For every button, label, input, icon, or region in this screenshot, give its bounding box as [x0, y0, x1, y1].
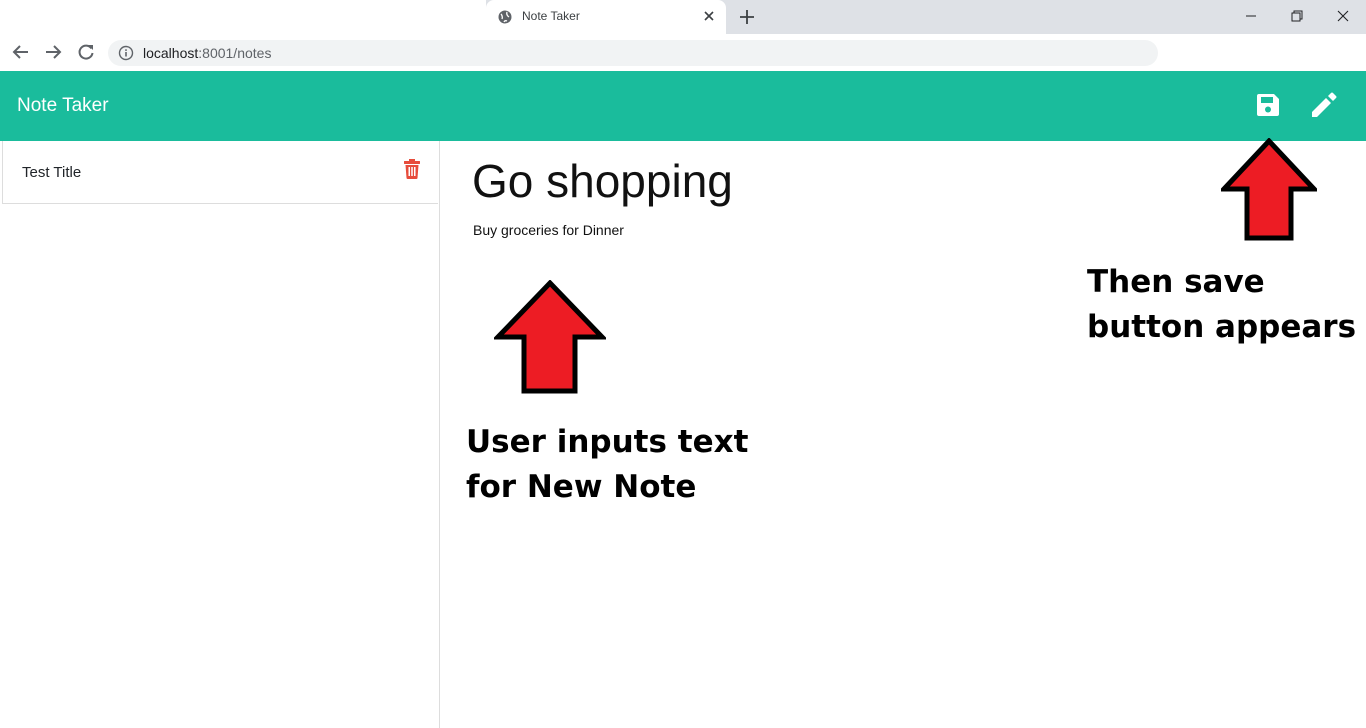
- browser-toolbar: localhost:8001/notes: [0, 34, 1366, 71]
- close-window-icon[interactable]: [1333, 6, 1353, 26]
- pencil-icon[interactable]: [1309, 91, 1337, 119]
- annotation-save-line1: Then save: [1087, 264, 1265, 300]
- note-text-area[interactable]: Buy groceries for Dinner: [473, 222, 1073, 246]
- minimize-icon[interactable]: [1241, 6, 1261, 26]
- annotation-input-text: User inputs text for New Note: [466, 420, 748, 510]
- annotation-arrow-save: [1221, 138, 1317, 241]
- note-list-title: Test Title: [22, 164, 82, 181]
- url-text: localhost:8001/notes: [143, 45, 271, 61]
- note-list-item[interactable]: Test Title: [2, 141, 438, 204]
- reload-icon[interactable]: [76, 42, 96, 62]
- annotation-save-line2: button appears: [1087, 309, 1357, 345]
- browser-tab-strip: Note Taker: [0, 0, 1366, 34]
- globe-icon: [498, 10, 512, 24]
- address-bar[interactable]: localhost:8001/notes: [108, 40, 1158, 66]
- close-tab-icon[interactable]: [702, 9, 716, 23]
- brand-title[interactable]: Note Taker: [17, 95, 109, 117]
- app-navbar: Note Taker: [0, 71, 1366, 141]
- notes-sidebar: Test Title: [0, 141, 440, 728]
- annotation-arrow-note: [494, 280, 606, 394]
- url-host: localhost: [143, 45, 199, 61]
- forward-arrow-icon[interactable]: [43, 42, 63, 62]
- info-icon[interactable]: [118, 45, 134, 61]
- annotation-save-text: Then save button appears: [1087, 260, 1356, 350]
- browser-tab[interactable]: Note Taker: [486, 0, 726, 34]
- new-tab-icon[interactable]: [738, 8, 756, 26]
- url-path: :8001/notes: [198, 45, 272, 61]
- tab-title: Note Taker: [522, 9, 580, 23]
- tab-strip-fill: [0, 0, 486, 34]
- annotation-input-line1: User inputs text: [466, 424, 749, 460]
- annotation-input-line2: for New Note: [466, 469, 697, 505]
- note-title-input[interactable]: [472, 154, 1072, 208]
- back-arrow-icon[interactable]: [11, 42, 31, 62]
- restore-icon[interactable]: [1287, 6, 1307, 26]
- trash-icon[interactable]: [403, 159, 421, 179]
- save-icon[interactable]: [1254, 91, 1282, 119]
